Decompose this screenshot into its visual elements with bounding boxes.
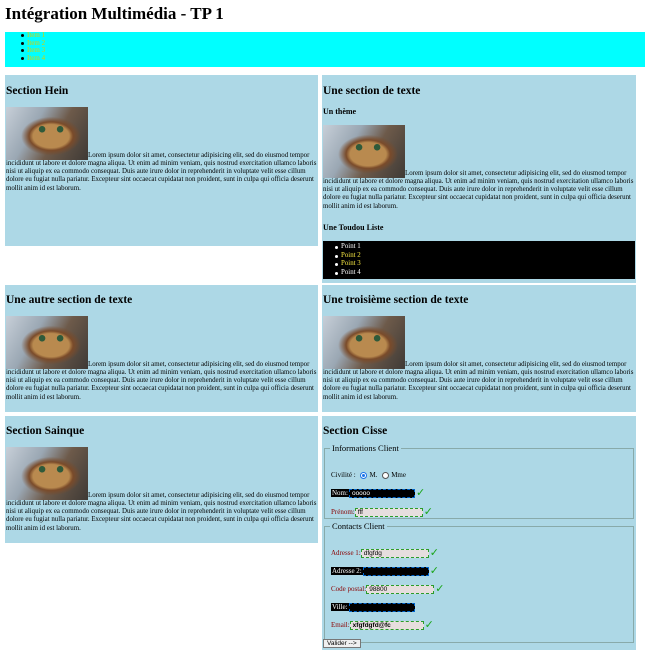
ville-label: Ville:: [331, 603, 349, 611]
section-title: Une troisième section de texte: [323, 294, 469, 306]
section-hein: Section Hein Lorem ipsum dolor sit amet,…: [5, 75, 318, 246]
section-paragraph: Lorem ipsum dolor sit amet, consectetur …: [6, 316, 317, 402]
todo-list: Point 1 Point 2 Point 3 Point 4: [323, 241, 635, 279]
section-autre: Une autre section de texte Lorem ipsum d…: [5, 285, 318, 412]
client-info-fieldset: Informations Client Civilité : M. Mme No…: [324, 443, 634, 519]
prenom-label: Prénom:: [331, 508, 355, 516]
ville-row: Ville:: [331, 602, 415, 612]
adresse1-label: Adresse 1:: [331, 549, 361, 557]
adresse2-field[interactable]: [362, 566, 429, 576]
civilite-m-radio[interactable]: [360, 471, 368, 479]
prenom-row: Prénom: fff ✓: [331, 505, 433, 519]
todo-item-3: Point 3: [335, 260, 635, 269]
section-paragraph: Lorem ipsum dolor sit amet, consectetur …: [323, 316, 635, 402]
civilite-mme-radio[interactable]: [382, 471, 390, 479]
cat-image: [6, 447, 88, 500]
civilite-mme-label: Mme: [391, 471, 406, 479]
adresse1-row: Adresse 1: dfgfdg ✓: [331, 546, 439, 560]
cat-image: [6, 316, 88, 369]
civilite-label: Civilité :: [331, 471, 356, 479]
section-subtitle: Un thème: [323, 107, 357, 116]
section-paragraph: Lorem ipsum dolor sit amet, consectetur …: [6, 447, 317, 533]
section-texte: Une section de texte Un thème Lorem ipsu…: [322, 75, 636, 283]
code-postal-field[interactable]: 98800: [366, 584, 435, 594]
check-icon: ✓: [424, 618, 434, 632]
civilite-row: Civilité : M. Mme: [331, 470, 406, 480]
contacts-fieldset: Contacts Client Adresse 1: dfgfdg ✓ Adress…: [324, 521, 634, 643]
check-icon: ✓: [423, 505, 433, 519]
contacts-legend: Contacts Client: [332, 521, 385, 531]
section-cisse: Section Cisse Informations Client Civili…: [322, 416, 636, 650]
code-postal-label: Code postal:: [331, 585, 367, 593]
nav-item-2[interactable]: Item 2: [21, 39, 645, 48]
nom-label: Nom:: [331, 489, 349, 497]
check-icon: ✓: [435, 582, 445, 596]
submit-button[interactable]: Valider -->: [323, 639, 361, 648]
email-label: Email:: [331, 621, 350, 629]
nav-item-3[interactable]: Item 3: [21, 46, 645, 55]
todo-item-1: Point 1: [335, 243, 635, 252]
page-title: Intégration Multimédia - TP 1: [5, 4, 224, 23]
section-troisieme: Une troisième section de texte Lorem ips…: [322, 285, 636, 412]
section-title: Une autre section de texte: [6, 294, 133, 306]
cat-image: [6, 107, 88, 160]
civilite-m-label: M.: [369, 471, 378, 479]
nom-row: Nom: ooooo ✓: [331, 486, 426, 500]
section-paragraph: Lorem ipsum dolor sit amet, consectetur …: [6, 107, 317, 193]
cat-image: [323, 316, 405, 369]
cat-image: [323, 125, 405, 178]
nav-menu: Item 1 Item 2 Item 3 Item 4: [5, 31, 645, 67]
nav-item-1[interactable]: Item 1: [21, 31, 645, 40]
adresse2-label: Adresse 2:: [331, 567, 363, 575]
section-title: Section Cisse: [323, 425, 388, 437]
email-row: Email: xfgfdgfd@fc ✓: [331, 618, 434, 632]
client-info-legend: Informations Client: [332, 443, 399, 453]
nav-item-4[interactable]: Item 4: [21, 54, 645, 63]
section-title: Section Hein: [6, 85, 69, 97]
section-title: Section Sainque: [6, 425, 85, 437]
prenom-field[interactable]: fff: [354, 507, 423, 517]
ville-field[interactable]: [348, 602, 415, 612]
section-sainque: Section Sainque Lorem ipsum dolor sit am…: [5, 416, 318, 543]
check-icon: ✓: [429, 546, 439, 560]
todo-item-4: Point 4: [335, 269, 635, 278]
section-title: Une section de texte: [323, 85, 421, 97]
check-icon: ✓: [415, 486, 426, 500]
todo-item-2: Point 2: [335, 252, 635, 261]
email-field[interactable]: xfgfdgfd@fc: [349, 620, 424, 630]
section-paragraph: Lorem ipsum dolor sit amet, consectetur …: [323, 125, 635, 211]
todo-list-title: Une Toudou Liste: [323, 223, 384, 232]
code-postal-row: Code postal: 98800 ✓: [331, 582, 445, 596]
adresse2-row: Adresse 2: ✓: [331, 564, 439, 578]
nom-field[interactable]: ooooo: [348, 488, 415, 498]
check-icon: ✓: [429, 564, 439, 578]
adresse1-field[interactable]: dfgfdg: [360, 548, 429, 558]
